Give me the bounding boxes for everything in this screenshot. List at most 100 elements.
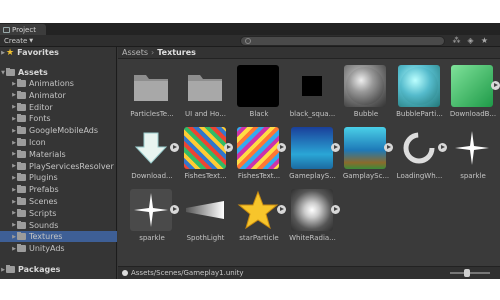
sidebar-item-textures[interactable]: ▶ Textures: [0, 231, 117, 243]
sidebar-item-plugins[interactable]: ▶ Plugins: [0, 172, 117, 183]
folder-icon: [17, 90, 26, 99]
asset-tile[interactable]: BubbleParti...: [394, 65, 446, 123]
search-input[interactable]: [240, 36, 445, 46]
asset-thumbnail: [291, 65, 333, 107]
asset-tile[interactable]: sparkle: [447, 127, 499, 185]
asset-name: starParticle: [239, 234, 279, 242]
sidebar-item-unityads[interactable]: ▶ UnityAds: [0, 243, 117, 254]
sidebar-item-label: Fonts: [29, 114, 51, 124]
project-window: Project Create ▼ ⁂ ◈ ★ ▶ ★ Favorites ▼ A…: [0, 23, 500, 279]
sidebar-item-label: Plugins: [29, 173, 58, 183]
asset-tile[interactable]: SpothLight: [180, 189, 232, 247]
folder-icon: [17, 114, 26, 123]
favorite-search-icon[interactable]: ★: [480, 36, 489, 45]
expand-play-icon[interactable]: [277, 143, 286, 152]
expand-play-icon[interactable]: [437, 143, 447, 152]
asset-browser: Assets › Textures ParticlesTe... UI and H…: [118, 47, 500, 279]
asset-name: BubbleParti...: [396, 110, 443, 118]
sidebar-item-editor[interactable]: ▶ Editor: [0, 102, 117, 113]
sidebar-item-label: Animator: [29, 90, 66, 100]
filter-by-label-icon[interactable]: ◈: [466, 36, 475, 45]
asset-name: Bubble: [353, 110, 379, 118]
sidebar-item-prefabs[interactable]: ▶ Prefabs: [0, 184, 117, 195]
asset-name: GamplaySc...: [342, 172, 390, 180]
sidebar-item-animations[interactable]: ▶ Animations: [0, 78, 117, 89]
tab-label: Project: [12, 25, 36, 34]
expand-play-icon[interactable]: [223, 143, 233, 152]
packages-label: Packages: [18, 265, 61, 274]
asset-thumbnail: [237, 189, 279, 231]
asset-thumbnail: [237, 65, 279, 107]
sidebar-item-fonts[interactable]: ▶ Fonts: [0, 113, 117, 124]
asset-name: FishesText...: [237, 172, 281, 180]
slider-knob[interactable]: [464, 269, 470, 277]
tab-bar: Project: [0, 23, 500, 35]
asset-tile[interactable]: black_squa...: [287, 65, 339, 123]
selected-path: Assets/Scenes/Gameplay1.unity: [131, 269, 244, 277]
asset-name: Black: [249, 110, 269, 118]
status-bar: Assets/Scenes/Gameplay1.unity: [118, 266, 500, 279]
expand-play-icon[interactable]: [491, 81, 500, 90]
folder-icon: [17, 79, 26, 87]
packages-header[interactable]: ▶ Packages: [0, 264, 117, 275]
asset-tile[interactable]: sparkle: [126, 189, 179, 247]
asset-tile[interactable]: starParticle: [233, 189, 286, 247]
folder-tree: ▶ ★ Favorites ▼ Assets ▶ Animations ▶ Anima…: [0, 47, 117, 279]
folder-icon: [17, 161, 26, 170]
asset-tile[interactable]: GamplaySc...: [340, 127, 393, 185]
sidebar-item-scripts[interactable]: ▶ Scripts: [0, 208, 117, 219]
breadcrumb-assets[interactable]: Assets: [122, 48, 148, 57]
sidebar-item-icon[interactable]: ▶ Icon: [0, 137, 117, 148]
asset-tile[interactable]: UI and Ho...: [180, 65, 232, 123]
favorites-header[interactable]: ▶ ★ Favorites: [0, 47, 117, 58]
asset-thumbnail: [237, 127, 279, 169]
expand-play-icon[interactable]: [330, 205, 340, 214]
create-button[interactable]: Create ▼: [4, 36, 48, 46]
asset-name: ParticlesTe...: [130, 110, 174, 118]
breadcrumb: Assets › Textures: [118, 47, 500, 59]
folder-icon: [17, 185, 26, 194]
unity-scene-icon: [122, 270, 128, 276]
asset-thumbnail: [183, 127, 226, 169]
breadcrumb-textures[interactable]: Textures: [157, 48, 196, 57]
asset-thumbnail: [130, 65, 172, 107]
sidebar-item-materials[interactable]: ▶ Materials: [0, 149, 117, 160]
folder-icon: [17, 208, 26, 217]
thumbnail-size-slider[interactable]: [450, 269, 490, 277]
sidebar-item-label: Animations: [29, 79, 74, 88]
sidebar-item-animator[interactable]: ▶ Animator: [0, 90, 117, 101]
assets-header[interactable]: ▼ Assets: [0, 67, 117, 78]
sidebar-item-sounds[interactable]: ▶ Sounds: [0, 220, 117, 231]
asset-name: Download...: [131, 172, 173, 180]
toolbar: Create ▼ ⁂ ◈ ★: [0, 35, 500, 47]
sidebar-item-googlemobileads[interactable]: ▶ GoogleMobileAds: [0, 125, 117, 136]
asset-tile[interactable]: DownloadB...: [447, 65, 500, 123]
sidebar-item-scenes[interactable]: ▶ Scenes: [0, 196, 117, 207]
asset-tile[interactable]: FishesText...: [180, 127, 233, 185]
folder-icon: [17, 232, 26, 241]
asset-name: sparkle: [139, 234, 165, 242]
asset-tile[interactable]: ParticlesTe...: [126, 65, 178, 123]
expand-play-icon[interactable]: [330, 143, 340, 152]
asset-tile[interactable]: Download...: [126, 127, 179, 185]
expand-play-icon[interactable]: [170, 143, 179, 152]
asset-tile[interactable]: FishesText...: [233, 127, 286, 185]
asset-name: UI and Ho...: [185, 110, 226, 118]
expand-play-icon[interactable]: [170, 205, 179, 214]
asset-name: black_squa...: [289, 110, 336, 118]
folder-icon: [17, 173, 26, 182]
asset-name: SpothLight: [186, 234, 225, 242]
asset-thumbnail: [130, 127, 172, 169]
sidebar-item-playservicesresolver[interactable]: ▶ PlayServicesResolver: [0, 161, 117, 172]
expand-play-icon[interactable]: [277, 205, 286, 214]
asset-tile[interactable]: Bubble: [340, 65, 392, 123]
filter-by-type-icon[interactable]: ⁂: [452, 36, 461, 45]
asset-tile[interactable]: WhiteRadia...: [287, 189, 340, 247]
expand-play-icon[interactable]: [384, 143, 393, 152]
asset-tile[interactable]: LoadingWh...: [394, 127, 447, 185]
tab-project[interactable]: Project: [0, 24, 46, 35]
asset-tile[interactable]: GameplayS...: [287, 127, 340, 185]
folder-icon: [17, 220, 26, 229]
asset-tile[interactable]: Black: [233, 65, 285, 123]
asset-thumbnail: [451, 65, 493, 107]
